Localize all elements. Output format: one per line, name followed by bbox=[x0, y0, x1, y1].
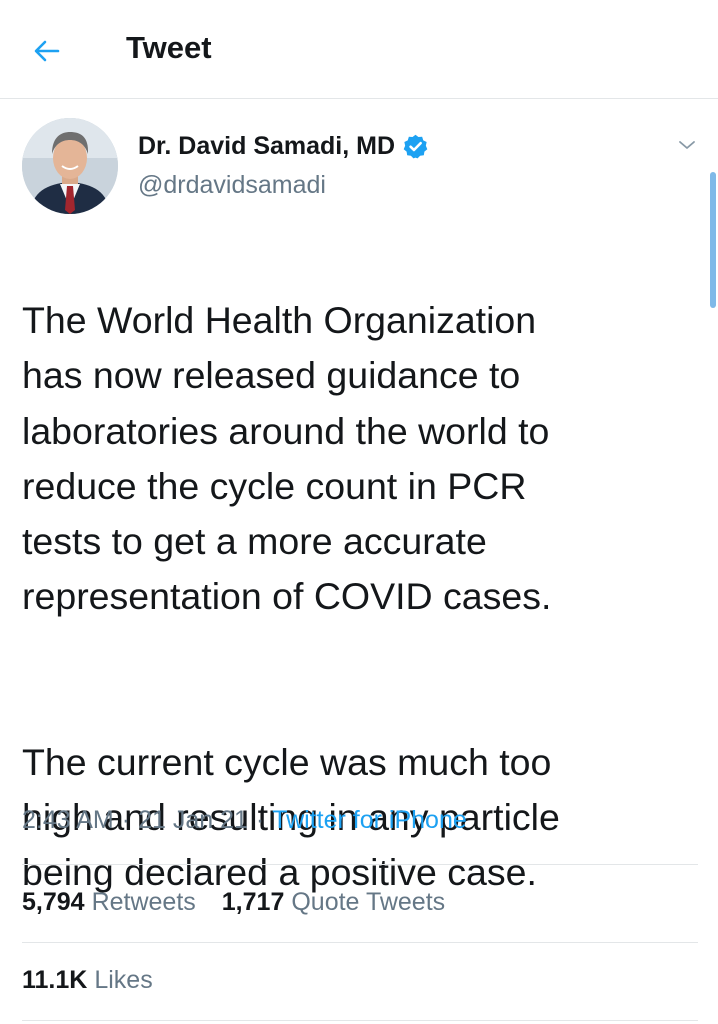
divider bbox=[22, 942, 698, 943]
retweets-count: 5,794 bbox=[22, 888, 85, 916]
likes-stat[interactable]: 11.1K Likes bbox=[22, 966, 153, 995]
likes-label: Likes bbox=[94, 966, 153, 994]
top-bar: Tweet bbox=[0, 0, 718, 99]
tweet-paragraph: The World Health Organization has now re… bbox=[22, 299, 552, 618]
tweet-time: 2:43 AM bbox=[22, 806, 114, 834]
quote-tweets-stat[interactable]: 1,717 Quote Tweets bbox=[222, 888, 445, 917]
verified-badge-icon bbox=[403, 134, 428, 158]
likes-row: 11.1K Likes bbox=[22, 966, 153, 995]
divider bbox=[22, 1020, 698, 1021]
tweet-source-link[interactable]: Twitter for iPhone bbox=[272, 806, 467, 835]
meta-separator: · bbox=[121, 806, 131, 834]
quote-tweets-label: Quote Tweets bbox=[291, 888, 446, 916]
meta-separator: · bbox=[255, 806, 265, 834]
profile-photo bbox=[22, 118, 118, 214]
user-handle[interactable]: @drdavidsamadi bbox=[138, 171, 326, 200]
chevron-down-icon bbox=[679, 141, 695, 149]
quote-tweets-count: 1,717 bbox=[221, 888, 285, 916]
back-button[interactable] bbox=[30, 34, 64, 68]
page-title: Tweet bbox=[126, 30, 212, 65]
retweets-stat[interactable]: 5,794 Retweets bbox=[22, 888, 196, 917]
retweets-label: Retweets bbox=[91, 888, 196, 916]
more-options-button[interactable] bbox=[674, 132, 700, 158]
arrow-left-icon bbox=[34, 40, 60, 62]
divider bbox=[22, 864, 698, 865]
tweet-meta: 2:43 AM · 21 Jan 21 · Twitter for iPhone bbox=[22, 806, 467, 835]
engagement-stats-row: 5,794 Retweets 1,717 Quote Tweets bbox=[22, 888, 445, 917]
likes-count: 11.1K bbox=[22, 966, 88, 994]
display-name[interactable]: Dr. David Samadi, MD bbox=[138, 132, 395, 161]
tweet-detail-page: Tweet Dr. David Samadi, MD @drdavidsamad… bbox=[0, 0, 718, 1024]
scrollbar[interactable] bbox=[710, 172, 716, 308]
author-name-row[interactable]: Dr. David Samadi, MD bbox=[138, 128, 429, 164]
tweet-text: The World Health Organization has now re… bbox=[22, 238, 692, 955]
tweet-date: 21 Jan 21 bbox=[138, 806, 248, 834]
avatar[interactable] bbox=[22, 118, 118, 214]
